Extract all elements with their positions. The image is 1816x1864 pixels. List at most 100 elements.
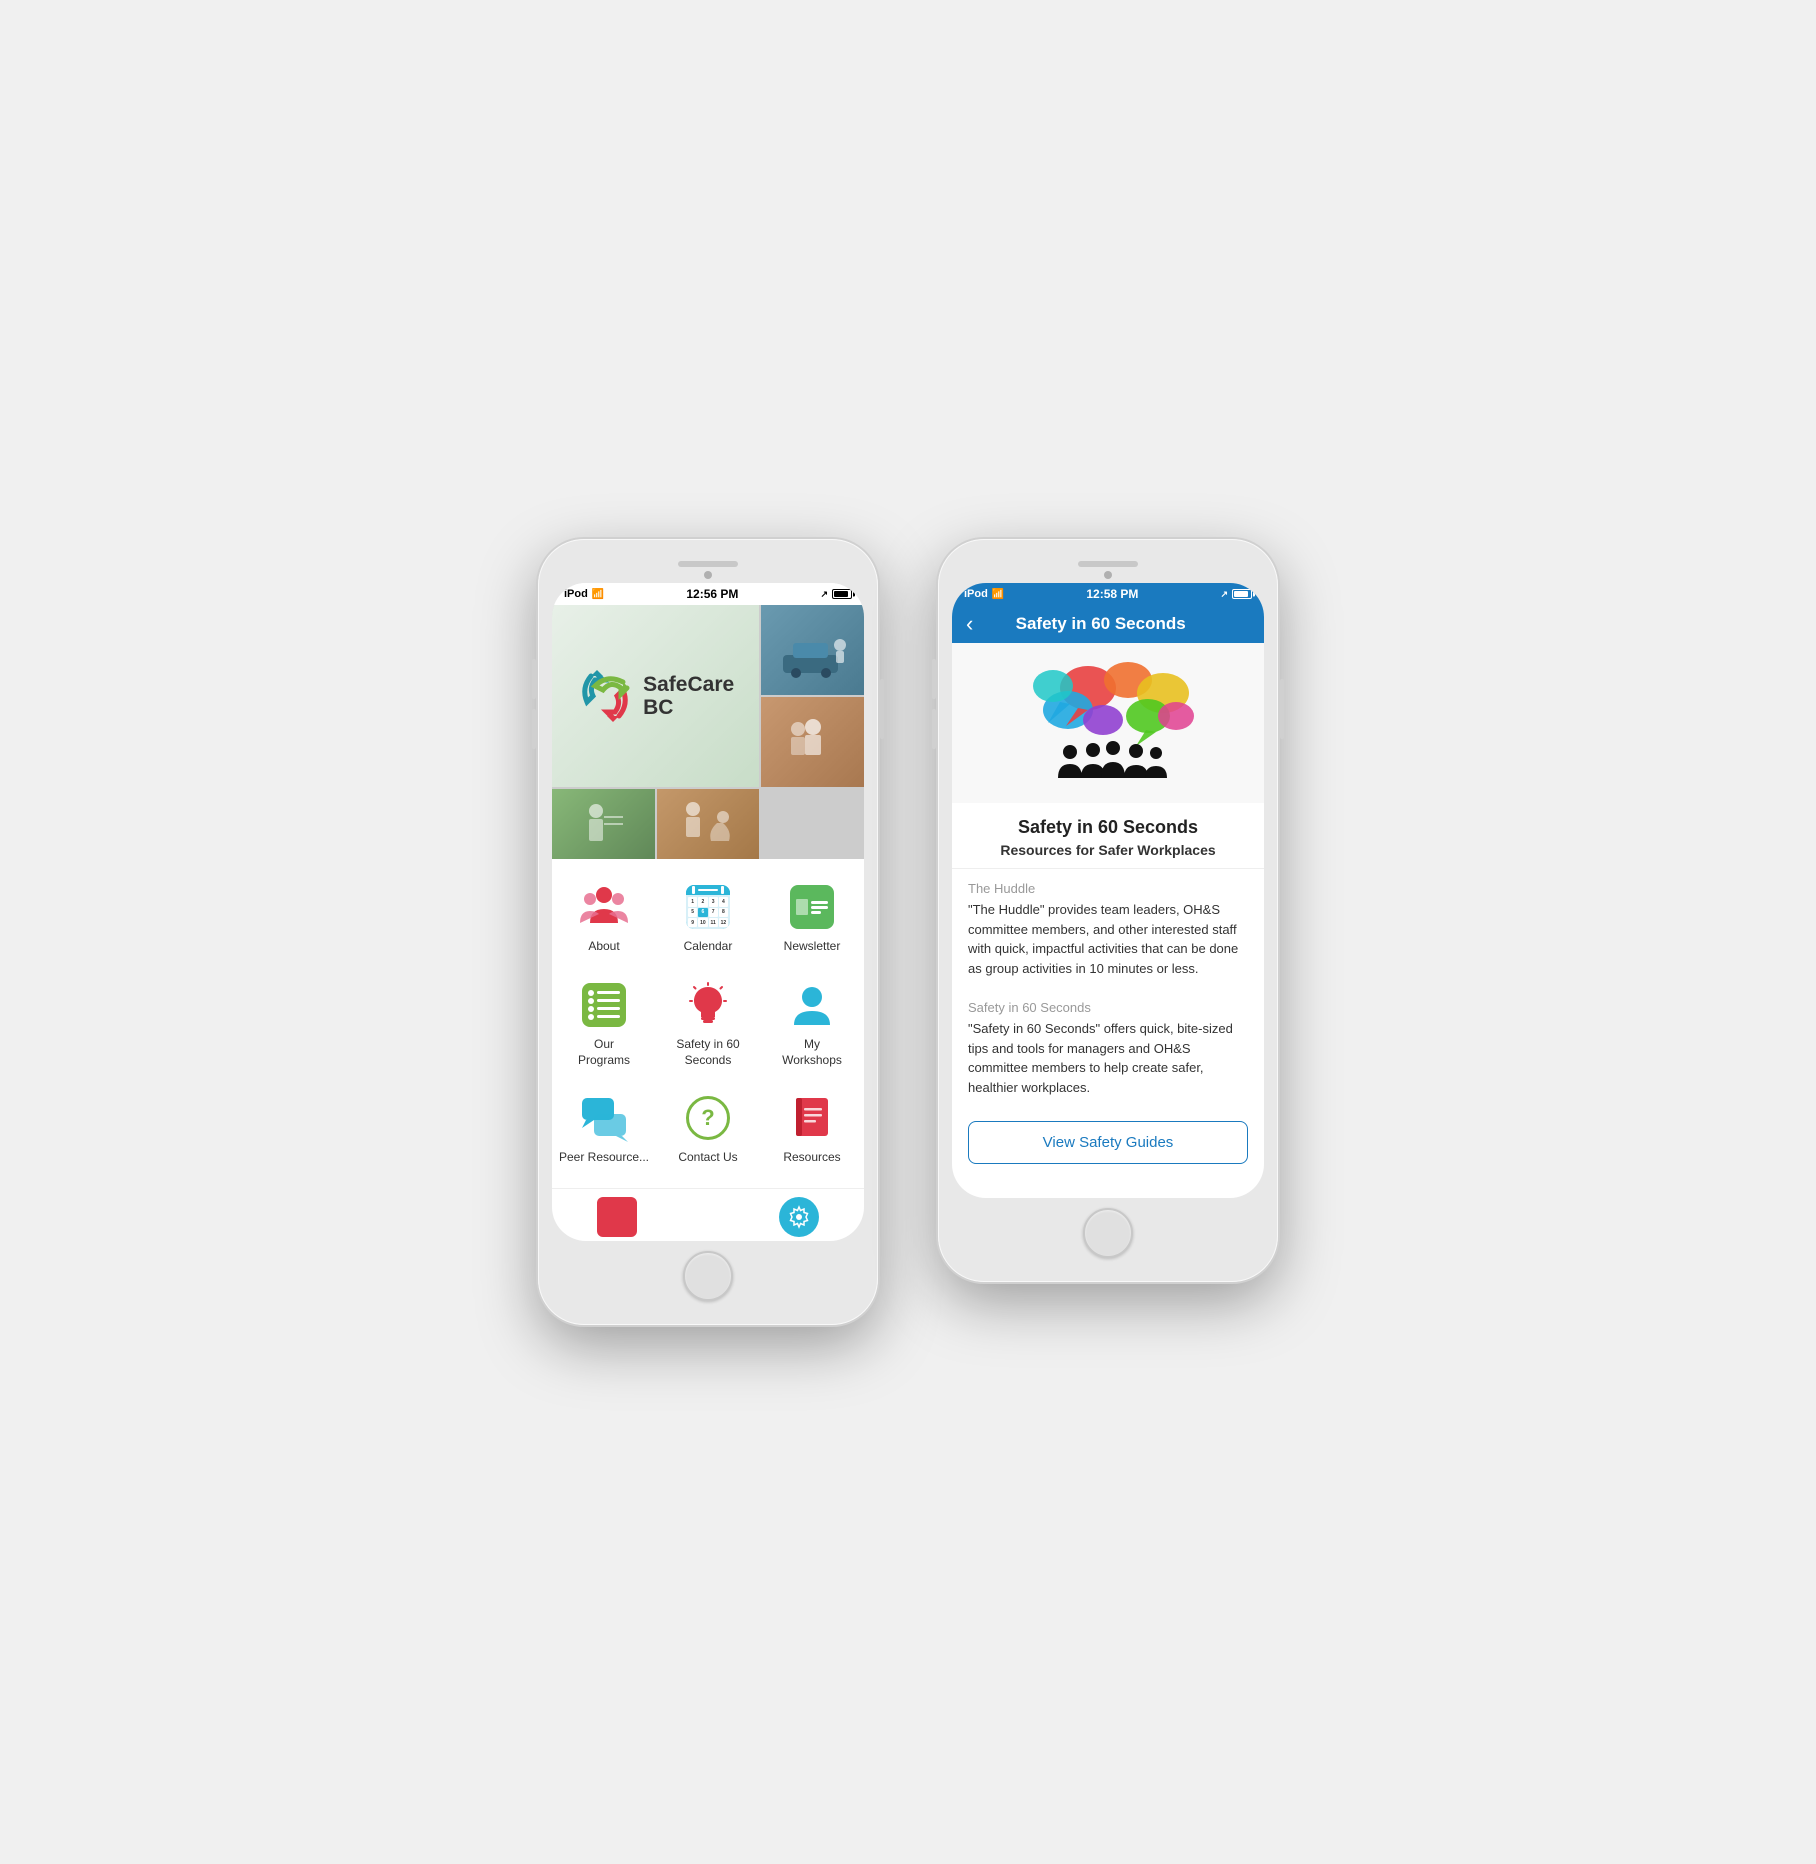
phone-screen-home: iPod 📶 12:56 PM ↗	[552, 583, 864, 1240]
status-right-2: ↗	[1220, 589, 1252, 600]
safety60-icon-svg	[684, 981, 732, 1029]
front-camera-2	[1104, 571, 1112, 579]
view-guides-wrapper: View Safety Guides	[952, 1107, 1264, 1178]
home-button[interactable]	[683, 1251, 733, 1301]
menu-item-contact[interactable]: ? Contact Us	[656, 1080, 760, 1178]
peer-icon	[578, 1092, 630, 1144]
speech-bubbles-image	[998, 658, 1218, 788]
volume-down-button-2[interactable]	[932, 709, 936, 749]
power-button[interactable]	[880, 679, 884, 739]
safecare-logo: SafeCare BC	[577, 668, 734, 724]
wifi-icon: 📶	[592, 589, 604, 600]
section-2-text: "Safety in 60 Seconds" offers quick, bit…	[952, 1019, 1264, 1107]
menu-item-resources[interactable]: Resources	[760, 1080, 864, 1178]
status-bar-2: iPod 📶 12:58 PM ↗	[952, 583, 1264, 605]
newsletter-icon-inner	[790, 885, 834, 929]
safety60-icon	[682, 979, 734, 1031]
status-left-2: iPod 📶	[964, 588, 1004, 600]
hero-photo-4	[657, 789, 760, 859]
time-display-2: 12:58 PM	[1086, 587, 1138, 601]
programs-label: OurPrograms	[578, 1037, 630, 1068]
newsletter-label: Newsletter	[784, 939, 841, 955]
resources-icon-svg	[788, 1094, 836, 1142]
hero-photo-1	[761, 605, 864, 695]
volume-up-button[interactable]	[532, 659, 536, 699]
contact-icon-inner: ?	[686, 1096, 730, 1140]
phone-home: iPod 📶 12:56 PM ↗	[538, 539, 878, 1324]
wifi-icon-2: 📶	[992, 589, 1004, 600]
menu-item-programs[interactable]: OurPrograms	[552, 967, 656, 1080]
about-label: About	[588, 939, 619, 955]
about-icon-svg	[578, 881, 630, 933]
hero-image-grid: SafeCare BC	[552, 605, 864, 859]
speaker-grille-2	[1078, 561, 1138, 567]
myworkshops-icon	[786, 979, 838, 1031]
menu-item-safety60[interactable]: Safety in 60 Seconds	[656, 967, 760, 1080]
photo-scene-1-svg	[778, 615, 848, 685]
safety60-label: Safety in 60 Seconds	[660, 1037, 756, 1068]
resources-icon	[786, 1092, 838, 1144]
header-title: Safety in 60 Seconds	[983, 614, 1218, 634]
home-button-2[interactable]	[1083, 1208, 1133, 1258]
menu-item-about[interactable]: About	[552, 869, 656, 967]
status-bar: iPod 📶 12:56 PM ↗	[552, 583, 864, 605]
resources-label: Resources	[783, 1150, 840, 1166]
hero-photo-2	[761, 697, 864, 787]
detail-main-title: Safety in 60 Seconds	[968, 817, 1248, 838]
photo-scene-3-svg	[568, 789, 638, 859]
menu-item-myworkshops[interactable]: MyWorkshops	[760, 967, 864, 1080]
phone-detail: iPod 📶 12:58 PM ↗ ‹ Safety in 60 Seconds	[938, 539, 1278, 1282]
location-icon-2: ↗	[1220, 589, 1228, 600]
menu-grid: About 1234 5678	[552, 859, 864, 1187]
section-2: Safety in 60 Seconds "Safety in 60 Secon…	[952, 988, 1264, 1107]
menu-item-newsletter[interactable]: Newsletter	[760, 869, 864, 967]
logo-text-block: SafeCare BC	[643, 673, 734, 719]
logo-icon	[577, 668, 633, 724]
volume-down-button[interactable]	[532, 709, 536, 749]
peer-icon-svg	[580, 1094, 628, 1142]
view-guides-button[interactable]: View Safety Guides	[968, 1121, 1248, 1164]
app-header: ‹ Safety in 60 Seconds	[952, 605, 1264, 643]
gear-icon	[787, 1205, 811, 1229]
speaker-grille	[678, 561, 738, 567]
photo-scene-4-svg	[673, 789, 743, 859]
section-1: The Huddle "The Huddle" provides team le…	[952, 869, 1264, 988]
about-icon	[578, 881, 630, 933]
myworkshops-icon-svg	[788, 981, 836, 1029]
scene: iPod 📶 12:56 PM ↗	[538, 539, 1278, 1324]
location-icon: ↗	[820, 589, 828, 600]
newsletter-icon	[786, 881, 838, 933]
device-label-2: iPod	[964, 588, 988, 600]
front-camera	[704, 571, 712, 579]
myworkshops-label: MyWorkshops	[782, 1037, 842, 1068]
detail-content: Safety in 60 Seconds Resources for Safer…	[952, 643, 1264, 1198]
menu-item-peer[interactable]: Peer Resource...	[552, 1080, 656, 1178]
hero-photo-3	[552, 789, 655, 859]
detail-hero-image	[952, 643, 1264, 803]
bottom-icon-1	[597, 1197, 637, 1237]
power-button-2[interactable]	[1280, 679, 1284, 739]
calendar-icon: 1234 5678 9101112	[682, 881, 734, 933]
battery-icon-2	[1232, 589, 1252, 599]
detail-subtitle: Resources for Safer Workplaces	[968, 842, 1248, 858]
programs-icon	[578, 979, 630, 1031]
photo-scene-2-svg	[778, 707, 848, 777]
phone-screen-detail: iPod 📶 12:58 PM ↗ ‹ Safety in 60 Seconds	[952, 583, 1264, 1198]
peer-label: Peer Resource...	[559, 1150, 649, 1166]
calendar-label: Calendar	[684, 939, 733, 955]
back-button[interactable]: ‹	[966, 613, 973, 635]
programs-icon-inner	[582, 983, 626, 1027]
section-2-label: Safety in 60 Seconds	[952, 988, 1264, 1019]
status-left: iPod 📶	[564, 588, 604, 600]
status-right: ↗	[820, 589, 852, 600]
menu-item-calendar[interactable]: 1234 5678 9101112 Calendar	[656, 869, 760, 967]
bottom-icon-2	[779, 1197, 819, 1237]
detail-title-block: Safety in 60 Seconds Resources for Safer…	[952, 803, 1264, 869]
logo-cell: SafeCare BC	[552, 605, 759, 787]
section-1-label: The Huddle	[952, 869, 1264, 900]
contact-icon: ?	[682, 1092, 734, 1144]
contact-label: Contact Us	[678, 1150, 737, 1166]
calendar-icon-inner: 1234 5678 9101112	[686, 885, 730, 929]
bottom-spacer	[688, 1197, 728, 1237]
volume-up-button-2[interactable]	[932, 659, 936, 699]
